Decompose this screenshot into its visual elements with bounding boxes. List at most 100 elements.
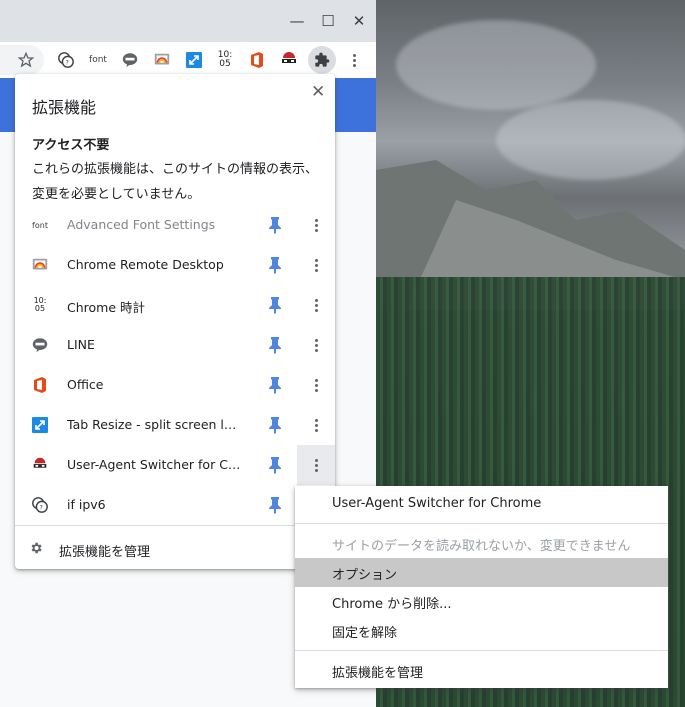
minimize-icon: —	[289, 12, 305, 30]
context-menu-separator	[295, 650, 668, 651]
context-menu-manage-label: 拡張機能を管理	[332, 666, 424, 681]
close-icon: ✕	[311, 82, 326, 102]
manage-extensions-button[interactable]: 拡張機能を管理	[15, 530, 335, 566]
toolbar-tab-resize-button[interactable]	[184, 50, 204, 70]
context-menu-options[interactable]: オプション	[295, 558, 668, 587]
section-description: これらの拡張機能は、このサイトの情報の表示、変更を必要としていません。	[32, 162, 319, 202]
extension-more-button[interactable]	[297, 331, 335, 359]
extension-name: Chrome 時計	[67, 300, 146, 315]
more-vert-icon	[314, 263, 318, 267]
extension-name: Advanced Font Settings	[67, 217, 216, 232]
toolbar-clock-button[interactable]: 10: 05	[215, 50, 235, 70]
user-agent-switcher-icon	[282, 52, 296, 63]
toolbar-remote-desktop-button[interactable]	[152, 50, 172, 70]
more-vert-icon	[314, 423, 318, 427]
more-vert-icon	[314, 343, 318, 347]
extension-name: Office	[67, 377, 104, 392]
section-heading: アクセス不要	[32, 138, 110, 153]
svg-text:?: ?	[40, 505, 43, 512]
font-icon-label: font	[32, 220, 48, 230]
font-icon: font	[31, 216, 49, 234]
context-menu-manage[interactable]: 拡張機能を管理	[295, 656, 668, 685]
extensions-puzzle-icon	[315, 52, 330, 67]
extension-more-button[interactable]	[297, 411, 335, 439]
context-menu-remove-label: Chrome から削除...	[332, 597, 452, 612]
extension-row[interactable]: Tab Resize - split screen layouts	[15, 405, 335, 445]
context-menu-title-label: User-Agent Switcher for Chrome	[332, 496, 542, 511]
font-icon: font	[89, 55, 107, 65]
line-icon	[31, 336, 49, 354]
extension-more-button[interactable]	[297, 445, 335, 485]
chrome-menu-button[interactable]	[344, 50, 364, 70]
pin-icon[interactable]	[267, 456, 283, 474]
more-vert-icon	[314, 303, 318, 307]
more-vert-icon	[314, 223, 318, 227]
close-icon: ✕	[352, 12, 366, 30]
line-icon	[122, 53, 138, 68]
gear-icon	[31, 542, 42, 554]
extension-row[interactable]: LINE	[15, 325, 335, 365]
clock-minutes: 05	[34, 304, 46, 313]
popup-title: 拡張機能	[32, 98, 97, 117]
bookmark-star-button[interactable]	[16, 50, 36, 70]
chrome-remote-desktop-icon	[154, 53, 170, 65]
clock-minutes: 05	[219, 59, 231, 69]
extension-name: User-Agent Switcher for Chrome	[67, 457, 243, 472]
extension-row[interactable]: font Advanced Font Settings	[15, 205, 335, 245]
pin-icon[interactable]	[267, 256, 283, 274]
pin-icon[interactable]	[267, 336, 283, 354]
extension-row[interactable]: ? if ipv6	[15, 485, 335, 525]
context-menu-extension-title[interactable]: User-Agent Switcher for Chrome	[295, 490, 668, 519]
star-icon	[18, 52, 34, 68]
if-ipv6-icon: ?	[31, 496, 49, 514]
toolbar-user-agent-button[interactable]	[279, 50, 299, 70]
pin-icon[interactable]	[267, 296, 283, 314]
chrome-clock-icon: 10: 05	[218, 51, 232, 69]
title-bar: — ☐ ✕	[0, 0, 376, 42]
popup-close-button[interactable]: ✕	[311, 82, 325, 102]
extension-more-button[interactable]	[297, 371, 335, 399]
extension-row[interactable]: User-Agent Switcher for Chrome	[15, 445, 335, 485]
toolbar-if-ipv6-button[interactable]: ?	[56, 50, 76, 70]
toolbar-line-button[interactable]	[120, 50, 140, 70]
extension-name: if ipv6	[67, 497, 106, 512]
extension-name: Tab Resize - split screen layouts	[67, 417, 243, 432]
extension-context-menu: User-Agent Switcher for Chrome サイトのデータを読…	[295, 486, 668, 688]
extension-name: Chrome Remote Desktop	[67, 257, 224, 272]
extensions-popup: 拡張機能 ✕ アクセス不要 これらの拡張機能は、このサイトの情報の表示、変更を必…	[15, 74, 335, 569]
pin-icon[interactable]	[267, 376, 283, 394]
more-vert-icon	[314, 383, 318, 387]
close-window-button[interactable]: ✕	[348, 10, 370, 32]
extensions-button-icon-wrap[interactable]	[312, 50, 332, 70]
context-menu-separator	[295, 523, 668, 524]
context-menu-site-access-label: サイトのデータを読み取れないか、変更できません	[332, 539, 631, 554]
popup-divider	[15, 525, 335, 526]
pin-icon[interactable]	[267, 416, 283, 434]
manage-extensions-label: 拡張機能を管理	[59, 545, 151, 560]
extension-row[interactable]: Office	[15, 365, 335, 405]
tab-resize-icon	[31, 416, 49, 434]
svg-text:?: ?	[66, 60, 69, 67]
extension-more-button[interactable]	[297, 211, 335, 239]
office-icon	[31, 376, 49, 394]
user-agent-switcher-icon	[31, 456, 49, 474]
chrome-remote-desktop-icon	[31, 256, 49, 274]
minimize-button[interactable]: —	[286, 10, 308, 32]
tab-resize-icon	[186, 52, 202, 68]
extension-more-button[interactable]	[297, 251, 335, 279]
maximize-button[interactable]: ☐	[317, 10, 339, 32]
toolbar-office-button[interactable]	[247, 50, 267, 70]
extension-row[interactable]: 10: 05 Chrome 時計	[15, 285, 335, 325]
context-menu-remove[interactable]: Chrome から削除...	[295, 587, 668, 616]
toolbar-font-button[interactable]: font	[87, 50, 109, 70]
extension-name: LINE	[67, 337, 95, 352]
if-ipv6-icon: ?	[58, 52, 74, 68]
context-menu-unpin[interactable]: 固定を解除	[295, 616, 668, 645]
chrome-clock-icon: 10: 05	[31, 296, 49, 314]
pin-icon[interactable]	[267, 496, 283, 514]
context-menu-site-access: サイトのデータを読み取れないか、変更できません	[295, 529, 668, 558]
extension-row[interactable]: Chrome Remote Desktop	[15, 245, 335, 285]
toolbar: ? font 10: 05	[0, 42, 376, 78]
pin-icon[interactable]	[267, 216, 283, 234]
extension-more-button[interactable]	[297, 291, 335, 319]
